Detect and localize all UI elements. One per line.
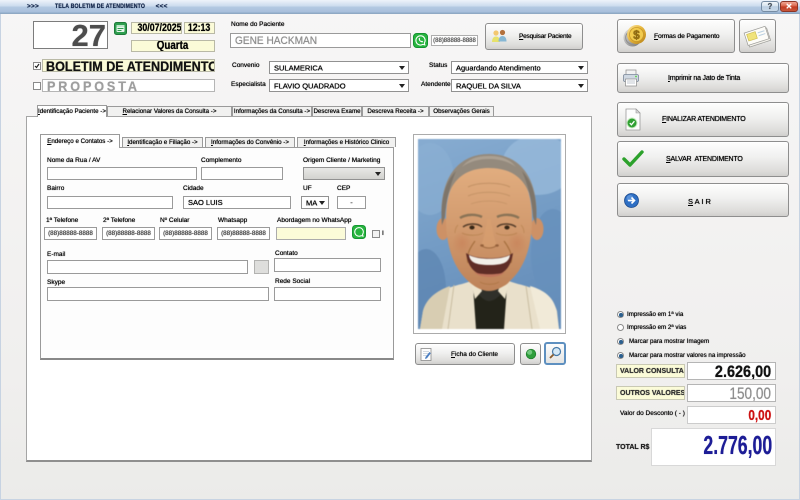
svg-text:$: $ [633, 28, 640, 42]
